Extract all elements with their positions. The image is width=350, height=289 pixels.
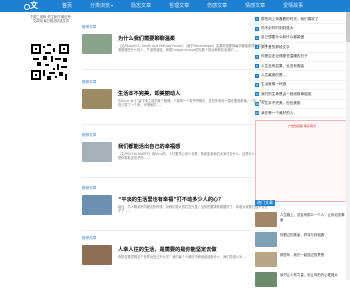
article-thumbnail[interactable]	[82, 142, 112, 162]
rank-badge: 10	[255, 101, 259, 106]
hot-articles-heading: 热门文章	[255, 200, 275, 206]
article-tag[interactable]: 推荐文章	[82, 186, 96, 191]
divider	[82, 124, 268, 125]
article-summary: （文/Russell C. Smith and Michael Foster）（…	[118, 44, 268, 53]
rank-badge: 4	[255, 45, 259, 50]
nav-item-love[interactable]: 爱情故事	[274, 0, 312, 12]
nav-item-home[interactable]: 首页	[53, 0, 81, 12]
main-nav: 首页 分类浏览▾ 励志文章 哲理文章 伤感文章 情感文章 爱情故事	[53, 0, 312, 12]
rank-badge: 2	[255, 26, 259, 31]
article-thumbnail[interactable]	[82, 89, 112, 109]
list-item[interactable]: 5 你是否还记得那些温暖的日子	[255, 53, 347, 62]
qr-code	[31, 44, 69, 80]
article-thumbnail[interactable]	[255, 252, 277, 267]
list-item-text[interactable]: 我在等一个美好的人	[261, 111, 347, 116]
article-title[interactable]: “平淡的生活里也有幸福”打不动多少人的心？	[118, 196, 268, 203]
list-item-text[interactable]: 人生永不完美，但也美丽	[261, 101, 347, 106]
chevron-down-icon: ▾	[111, 3, 114, 8]
list-item-text[interactable]: 那些年，我们一起追过的梦想	[280, 253, 346, 258]
list-item-text[interactable]: 人生没有如果，也没有假装	[261, 64, 347, 69]
article-thumbnail[interactable]	[255, 212, 277, 227]
article-thumbnail[interactable]	[82, 195, 112, 215]
article-tag[interactable]: 推荐文章	[82, 80, 96, 85]
list-item[interactable]: 11 我在等一个美好的人	[255, 109, 347, 119]
scrollbar-thumb[interactable]	[346, 12, 350, 42]
nav-label: 爱情故事	[283, 3, 304, 9]
divider	[82, 230, 268, 231]
list-item[interactable]: 9 我们的生命是由一段段故事组成	[255, 90, 347, 100]
nav-item-philosophy[interactable]: 哲理文章	[160, 0, 198, 12]
hot-articles-list: 人生路上，总会有那么一个人，让你泪流满面 你看过的美景，终将与你相遇 那些年，我…	[255, 209, 347, 289]
divider	[82, 69, 268, 70]
article-title[interactable]: 为什么我们需要聊聊温柔	[118, 35, 268, 42]
rank-badge: 11	[255, 111, 259, 116]
list-item-text[interactable]: 你不必时时刻刻强大	[261, 26, 347, 31]
scrollbar-track[interactable]	[346, 12, 350, 280]
article-tag[interactable]: 推荐文章	[82, 25, 96, 30]
nav-label: 伤感文章	[207, 3, 228, 9]
rank-badge: 9	[255, 92, 259, 97]
brand-logo[interactable]: 文	[30, 0, 38, 12]
nav-label: 励志文章	[131, 3, 152, 9]
rank-badge: 1	[255, 17, 259, 22]
list-item[interactable]: 7 人生最美的是...	[255, 71, 347, 81]
nav-item-categories[interactable]: 分类浏览▾	[81, 0, 122, 12]
list-item[interactable]: 读书让人有力量，也让你的内心更强大	[255, 269, 347, 289]
article-title[interactable]: 生活本不完美，却美丽动人	[118, 90, 268, 97]
list-item[interactable]: 你看过的美景，终将与你相遇	[255, 229, 347, 249]
list-item[interactable]: 4 关于爱的那段文字	[255, 43, 347, 53]
list-item[interactable]: 那些年，我们一起追过的梦想	[255, 249, 347, 269]
list-item-text[interactable]: 那些向上帝靠着的时光，我们喜欢了	[261, 17, 347, 22]
list-item-text[interactable]: 你是否还记得那些温暖的日子	[261, 54, 347, 59]
article-thumbnail[interactable]	[82, 245, 112, 265]
article-summary: 你是否曾觉得这个世界对自己不公平？我们每个人都在不断地追逐着什么，我们总是以为……	[118, 255, 249, 259]
rank-badge: 8	[255, 82, 259, 87]
list-item-text[interactable]: 自己想要什么和什么都能做	[261, 35, 347, 40]
nav-label: 哲理文章	[169, 3, 190, 9]
list-item[interactable]: 10 人生永不完美，但也美丽	[255, 100, 347, 109]
rank-badge: 6	[255, 64, 259, 69]
wechat-note: 扫描二维码 关注我们 微信号: 文章网 每日推送精选文章	[30, 15, 72, 24]
ranking-list: 1 那些向上帝靠着的时光，我们喜欢了 2 你不必时时刻刻强大 3 自己想要什么和什么都…	[255, 15, 347, 128]
nav-label: 首页	[62, 3, 73, 9]
list-item[interactable]: 1 那些向上帝靠着的时光，我们喜欢了	[255, 15, 347, 25]
list-item[interactable]: 6 人生没有如果，也没有假装	[255, 62, 347, 72]
list-item-text[interactable]: 关于爱的那段文字	[261, 45, 347, 50]
article-title[interactable]: 人幸人往的生活，是需要的是你能坚定去做	[118, 246, 268, 253]
list-item-text[interactable]: 人生路上，总会有那么一个人，让你泪流满面	[280, 213, 346, 222]
nav-label: 分类浏览	[90, 3, 111, 9]
article-tag[interactable]: 推荐文章	[82, 236, 96, 241]
list-item[interactable]: 2 你不必时时刻刻强大	[255, 24, 347, 34]
list-item[interactable]: 8 生活就像一杯酒	[255, 81, 347, 91]
article-tag[interactable]: 推荐文章	[82, 133, 96, 138]
ad-text: 广告位招租 联系我们	[288, 124, 316, 128]
list-item[interactable]: 人生路上，总会有那么一个人，让你泪流满面	[255, 209, 347, 229]
article-summary: 最近，与人聊到不同理念的时候，对我们最大的打击只是，当你的要求你都做好了，看着大…	[118, 205, 268, 214]
nav-item-sad[interactable]: 伤感文章	[198, 0, 236, 12]
rank-badge: 7	[255, 73, 259, 78]
article-thumbnail[interactable]	[255, 232, 277, 247]
list-item-text[interactable]: 生活就像一杯酒	[261, 82, 347, 87]
nav-label: 情感文章	[245, 3, 266, 9]
nav-item-emotion[interactable]: 情感文章	[236, 0, 274, 12]
list-item-text[interactable]: 读书让人有力量，也让你的内心更强大	[280, 273, 346, 278]
article-title[interactable]: 我们都能活出自己的幸福感	[118, 143, 268, 150]
article-thumbnail[interactable]	[82, 34, 112, 54]
article-summary: 在Anne 女士”留下来之前的某个假期，人就同一个老爷爷聊天，这些年来他一直在照…	[118, 99, 266, 108]
nav-item-inspirational[interactable]: 励志文章	[122, 0, 160, 12]
list-item[interactable]: 3 自己想要什么和什么都能做	[255, 34, 347, 44]
article-summary: （文/ROCHA MARTP）我Vicci的，人们更关心怎么长寿，别着急着他们大…	[118, 152, 268, 161]
ad-slot[interactable]: 广告位招租 联系我们	[255, 120, 347, 202]
list-item-text[interactable]: 我们的生命是由一段段故事组成	[261, 92, 347, 97]
divider	[82, 177, 268, 178]
list-item-text[interactable]: 人生最美的是...	[261, 73, 347, 78]
rank-badge: 5	[255, 54, 259, 59]
rank-badge: 3	[255, 35, 259, 40]
list-item-text[interactable]: 你看过的美景，终将与你相遇	[280, 233, 346, 238]
